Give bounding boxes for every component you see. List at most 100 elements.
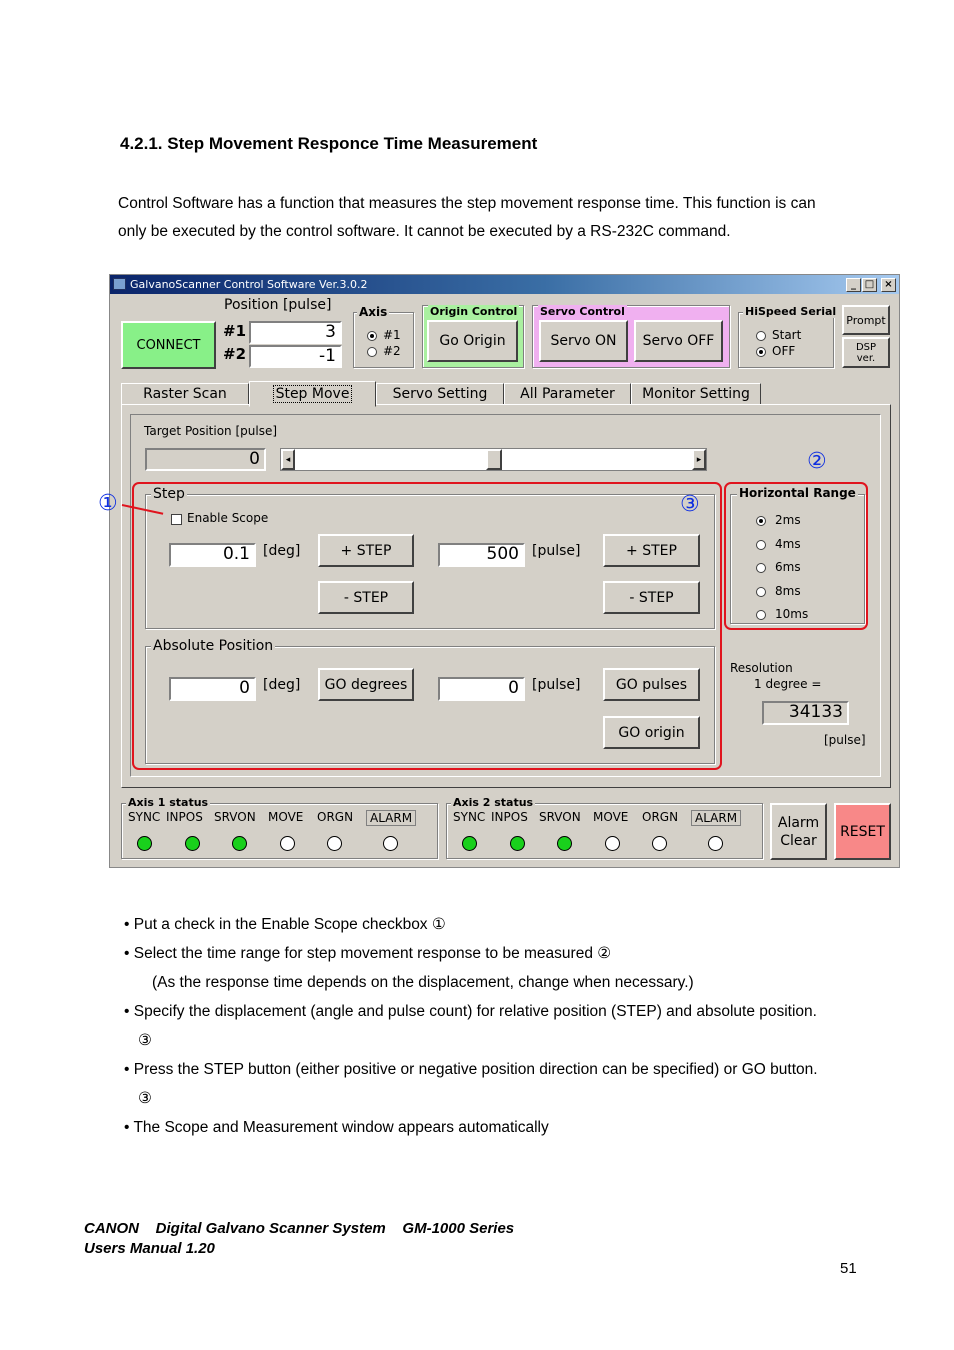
intro-paragraph: Control Software has a function that mea… xyxy=(118,190,888,246)
status-led-inpos xyxy=(510,836,525,851)
resolution-unit: [pulse] xyxy=(824,733,866,747)
go-origin-button[interactable]: Go Origin xyxy=(427,320,518,362)
status-led-srvon xyxy=(232,836,247,851)
hispeed-off-label: OFF xyxy=(772,344,796,358)
bullet-enable-scope: • Put a check in the Enable Scope checkb… xyxy=(124,916,446,933)
position-axis1-field[interactable]: 3 xyxy=(249,321,342,344)
maximize-button[interactable]: □ xyxy=(862,278,877,292)
slider-thumb[interactable] xyxy=(485,449,502,470)
alarm-clear-button[interactable]: Alarm Clear xyxy=(770,803,827,860)
axis1-label: #1 xyxy=(383,328,401,342)
slider-right-arrow-icon[interactable]: ▸ xyxy=(692,449,706,470)
bullet-specify-displacement: • Specify the displacement (angle and pu… xyxy=(124,1003,817,1020)
app-icon xyxy=(113,278,126,290)
status-label-sync: SYNC xyxy=(453,810,486,824)
footer-product: CANON Digital Galvano Scanner System GM-… xyxy=(84,1220,515,1237)
alarm-clear-line1: Alarm xyxy=(777,814,820,831)
bullet-select-range: • Select the time range for step movemen… xyxy=(124,945,612,962)
hispeed-off-radio[interactable] xyxy=(756,347,766,357)
reset-button[interactable]: RESET xyxy=(834,803,891,860)
hispeed-serial-title: HiSpeed Serial xyxy=(743,305,839,318)
window-title: GalvanoScanner Control Software Ver.3.0.… xyxy=(130,278,368,291)
axis2-label: #2 xyxy=(383,344,401,358)
status-led-alarm xyxy=(383,836,398,851)
callout-1: ① xyxy=(98,491,118,516)
alarm-indicator-button[interactable]: ALARM xyxy=(691,810,742,826)
position-title: Position [pulse] xyxy=(224,297,332,313)
target-position-title: Target Position [pulse] xyxy=(144,424,278,438)
bullet-range-note: (As the response time depends on the dis… xyxy=(152,974,694,991)
status-label-srvon: SRVON xyxy=(539,810,581,824)
tab-step-move[interactable]: Step Move xyxy=(249,381,376,407)
status-led-move xyxy=(280,836,295,851)
status-label-orgn: ORGN xyxy=(642,810,679,824)
status-label-inpos: INPOS xyxy=(166,810,203,824)
prompt-button[interactable]: Prompt xyxy=(842,305,890,335)
axis-title: Axis xyxy=(357,305,390,319)
tab-raster-scan[interactable]: Raster Scan xyxy=(121,383,249,405)
title-bar: GalvanoScanner Control Software Ver.3.0.… xyxy=(110,275,899,294)
tab-step-move-label: Step Move xyxy=(272,385,353,403)
bullet-press-step: • Press the STEP button (either positive… xyxy=(124,1061,818,1078)
alarm-indicator-button[interactable]: ALARM xyxy=(366,810,417,826)
resolution-degree-label: 1 degree = xyxy=(754,677,822,691)
status-led-orgn xyxy=(327,836,342,851)
slider-left-arrow-icon[interactable]: ◂ xyxy=(281,449,295,470)
servo-control-title: Servo Control xyxy=(538,305,627,318)
footer-manual: Users Manual 1.20 xyxy=(84,1240,215,1257)
dsp-version-button[interactable]: DSP ver. xyxy=(842,337,890,368)
axis2-radio[interactable] xyxy=(367,347,377,357)
section-heading: 4.2.1. Step Movement Responce Time Measu… xyxy=(120,134,538,153)
minimize-button[interactable]: _ xyxy=(846,278,861,292)
status-led-move xyxy=(605,836,620,851)
status-label-sync: SYNC xyxy=(128,810,161,824)
axis2-status-title: Axis 2 status xyxy=(451,796,536,809)
close-button[interactable]: × xyxy=(881,278,896,292)
bullet-specify-ref: ③ xyxy=(138,1032,152,1049)
bullet-press-ref: ③ xyxy=(138,1090,152,1107)
axis1-status-title: Axis 1 status xyxy=(126,796,211,809)
hispeed-start-label: Start xyxy=(772,328,802,342)
app-window: GalvanoScanner Control Software Ver.3.0.… xyxy=(98,274,900,868)
tab-monitor-setting[interactable]: Monitor Setting xyxy=(631,383,761,405)
intro-line-1: Control Software has a function that mea… xyxy=(118,195,816,212)
origin-control-title: Origin Control xyxy=(428,305,520,318)
dsp-ver-label: ver. xyxy=(856,352,876,364)
position-row1-label: #1 xyxy=(223,322,247,340)
range-highlight-box xyxy=(724,482,868,630)
alarm-clear-line2: Clear xyxy=(780,832,817,849)
axis1-radio[interactable] xyxy=(367,331,377,341)
bullet-scope-window: • The Scope and Measurement window appea… xyxy=(124,1119,549,1136)
status-label-orgn: ORGN xyxy=(317,810,354,824)
position-axis2-field[interactable]: -1 xyxy=(249,345,342,368)
status-led-alarm xyxy=(708,836,723,851)
tab-servo-setting[interactable]: Servo Setting xyxy=(376,383,504,405)
footer: CANON Digital Galvano Scanner System GM-… xyxy=(84,1219,514,1259)
callout-3: ③ xyxy=(680,492,700,517)
connect-button[interactable]: CONNECT xyxy=(121,321,216,369)
instruction-list: • Put a check in the Enable Scope checkb… xyxy=(124,910,884,1142)
resolution-label: Resolution xyxy=(730,661,793,675)
status-label-srvon: SRVON xyxy=(214,810,256,824)
status-led-srvon xyxy=(557,836,572,851)
dsp-label: DSP xyxy=(855,341,877,353)
position-row2-label: #2 xyxy=(223,345,247,363)
tab-all-parameter[interactable]: All Parameter xyxy=(504,383,631,405)
status-led-inpos xyxy=(185,836,200,851)
status-label-move: MOVE xyxy=(268,810,304,824)
callout-2: ② xyxy=(807,449,827,474)
hispeed-start-radio[interactable] xyxy=(756,331,766,341)
servo-off-button[interactable]: Servo OFF xyxy=(634,320,723,362)
status-label-inpos: INPOS xyxy=(491,810,528,824)
page-number: 51 xyxy=(840,1260,857,1277)
intro-line-2: only be executed by the control software… xyxy=(118,223,731,240)
resolution-value-field: 34133 xyxy=(762,701,849,725)
status-led-sync xyxy=(137,836,152,851)
step-highlight-box xyxy=(132,482,722,770)
target-position-slider[interactable]: ◂ ▸ xyxy=(280,448,707,471)
servo-on-button[interactable]: Servo ON xyxy=(539,320,628,362)
status-led-sync xyxy=(462,836,477,851)
status-label-move: MOVE xyxy=(593,810,629,824)
status-led-orgn xyxy=(652,836,667,851)
target-position-field: 0 xyxy=(145,448,266,471)
